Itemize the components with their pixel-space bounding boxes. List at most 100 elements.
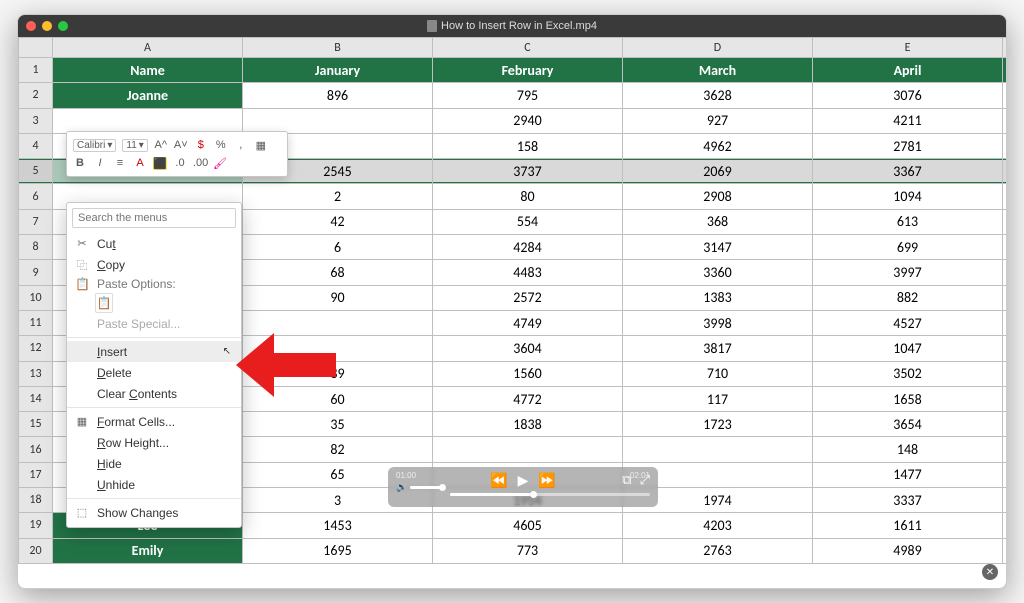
- cell[interactable]: 795: [433, 83, 623, 108]
- cell[interactable]: 3998: [623, 310, 813, 335]
- row-header[interactable]: 6: [19, 184, 53, 209]
- cell[interactable]: [53, 108, 243, 133]
- cell[interactable]: 1560: [433, 361, 623, 386]
- column-header[interactable]: D: [623, 38, 813, 58]
- header-cell[interactable]: January: [243, 58, 433, 83]
- cell[interactable]: 2763: [623, 538, 813, 563]
- cell[interactable]: 1598: [1003, 310, 1007, 335]
- row-header[interactable]: 2: [19, 83, 53, 108]
- cell[interactable]: 3654: [813, 412, 1003, 437]
- row-header[interactable]: 18: [19, 488, 53, 513]
- italic-icon[interactable]: I: [93, 157, 107, 169]
- column-header[interactable]: E: [813, 38, 1003, 58]
- cell[interactable]: 882: [813, 285, 1003, 310]
- cell[interactable]: 4989: [813, 538, 1003, 563]
- cell[interactable]: 2364: [1003, 336, 1007, 361]
- cell[interactable]: 3817: [623, 336, 813, 361]
- paste-option-default[interactable]: 📋: [67, 293, 241, 313]
- menu-item-row-height[interactable]: Row Height...: [67, 432, 241, 453]
- cell[interactable]: 3076: [813, 83, 1003, 108]
- cell[interactable]: 1647: [1003, 184, 1007, 209]
- cell[interactable]: 699: [813, 235, 1003, 260]
- column-header[interactable]: C: [433, 38, 623, 58]
- cell[interactable]: 6: [243, 235, 433, 260]
- menu-item-copy[interactable]: ⿻ Copy: [67, 254, 241, 275]
- row[interactable]: 20Emily169577327634989521: [19, 538, 1007, 563]
- cell[interactable]: 148: [813, 437, 1003, 462]
- header-cell[interactable]: April: [813, 58, 1003, 83]
- row[interactable]: 1NameJanuaryFebruaryMarchAprilMay: [19, 58, 1007, 83]
- cell[interactable]: 2908: [623, 184, 813, 209]
- row-header[interactable]: 10: [19, 285, 53, 310]
- mini-format-toolbar[interactable]: Calibri▾ 11▾ A^ A˅ $ % , ▦ B I ≡ A ⬛ .0 …: [66, 131, 288, 177]
- increase-font-icon[interactable]: A^: [154, 139, 168, 151]
- cell[interactable]: 4211: [813, 108, 1003, 133]
- cell[interactable]: 773: [433, 538, 623, 563]
- cell[interactable]: 368: [623, 209, 813, 234]
- row-header[interactable]: 8: [19, 235, 53, 260]
- cell[interactable]: 2: [243, 184, 433, 209]
- cell[interactable]: 2572: [433, 285, 623, 310]
- header-cell[interactable]: May: [1003, 58, 1007, 83]
- cell[interactable]: 4869: [1003, 83, 1007, 108]
- menu-search-input[interactable]: [72, 208, 236, 228]
- cell[interactable]: 4772: [433, 386, 623, 411]
- cell[interactable]: 287: [1003, 285, 1007, 310]
- menu-item-hide[interactable]: Hide: [67, 453, 241, 474]
- cell[interactable]: 3628: [623, 83, 813, 108]
- column-header[interactable]: B: [243, 38, 433, 58]
- row-header[interactable]: 5: [19, 159, 53, 184]
- menu-item-show-changes[interactable]: ⬚ Show Changes: [67, 502, 241, 523]
- menu-item-insert[interactable]: Insert ↖: [67, 341, 241, 362]
- comma-icon[interactable]: ,: [234, 139, 248, 151]
- row-header[interactable]: 17: [19, 462, 53, 487]
- cell[interactable]: 2072: [1003, 361, 1007, 386]
- cell[interactable]: [623, 437, 813, 462]
- cell[interactable]: 4984: [1003, 513, 1007, 538]
- row-header[interactable]: 13: [19, 361, 53, 386]
- cell[interactable]: 3736: [1003, 437, 1007, 462]
- cell[interactable]: [243, 310, 433, 335]
- cell[interactable]: 4203: [623, 513, 813, 538]
- decrease-font-icon[interactable]: A˅: [174, 139, 188, 151]
- row-header[interactable]: 1: [19, 58, 53, 83]
- cell[interactable]: 613: [813, 209, 1003, 234]
- bold-icon[interactable]: B: [73, 157, 87, 169]
- progress-bar[interactable]: [450, 493, 650, 496]
- cell[interactable]: 2234: [1003, 209, 1007, 234]
- currency-icon[interactable]: $: [194, 139, 208, 151]
- row[interactable]: 3294092742111551: [19, 108, 1007, 133]
- menu-item-delete[interactable]: Delete: [67, 362, 241, 383]
- cell[interactable]: [243, 336, 433, 361]
- cell[interactable]: 521: [1003, 538, 1007, 563]
- row-header[interactable]: 12: [19, 336, 53, 361]
- menu-item-format-cells[interactable]: ▦ Format Cells...: [67, 411, 241, 432]
- cell[interactable]: 158: [433, 133, 623, 158]
- header-cell[interactable]: February: [433, 58, 623, 83]
- cell[interactable]: 90: [243, 285, 433, 310]
- cell[interactable]: 3367: [813, 159, 1003, 184]
- cell[interactable]: 4284: [433, 235, 623, 260]
- cell[interactable]: 1658: [813, 386, 1003, 411]
- cell[interactable]: 2491: [1003, 412, 1007, 437]
- cell[interactable]: 3281: [1003, 260, 1007, 285]
- cell[interactable]: 60: [243, 386, 433, 411]
- row-header[interactable]: 11: [19, 310, 53, 335]
- cell[interactable]: 82: [243, 437, 433, 462]
- cell[interactable]: 4605: [433, 513, 623, 538]
- column-header[interactable]: A: [53, 38, 243, 58]
- column-header[interactable]: F: [1003, 38, 1007, 58]
- fill-color-icon[interactable]: ⬛: [153, 157, 167, 170]
- cell[interactable]: 3502: [813, 361, 1003, 386]
- name-cell[interactable]: Joanne: [53, 83, 243, 108]
- cell[interactable]: 2969: [1003, 386, 1007, 411]
- row-header[interactable]: 14: [19, 386, 53, 411]
- cell[interactable]: 3997: [813, 260, 1003, 285]
- cell[interactable]: 68: [243, 260, 433, 285]
- percent-icon[interactable]: %: [214, 139, 228, 151]
- name-cell[interactable]: Emily: [53, 538, 243, 563]
- cell[interactable]: 1047: [813, 336, 1003, 361]
- cell[interactable]: 554: [433, 209, 623, 234]
- align-icon[interactable]: ≡: [113, 157, 127, 169]
- cell[interactable]: 4527: [813, 310, 1003, 335]
